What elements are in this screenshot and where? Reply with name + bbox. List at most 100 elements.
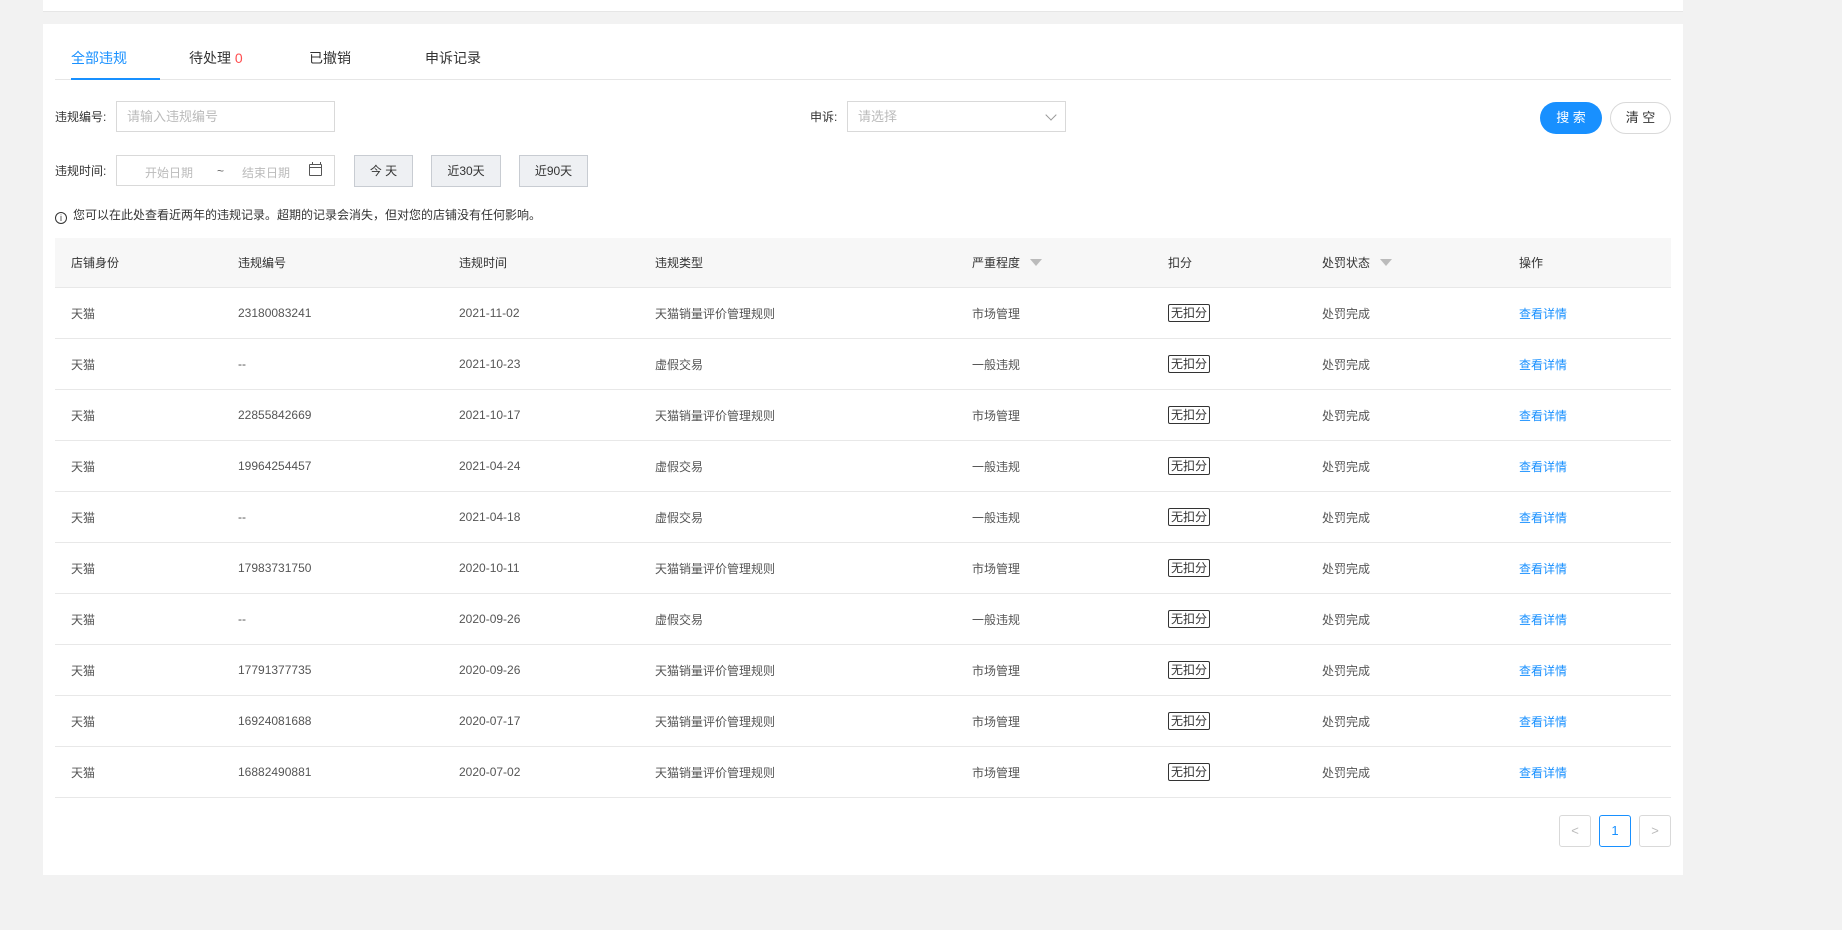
cell-violation-no-text: 17791377735: [238, 663, 312, 677]
view-details-link[interactable]: 查看详情: [1519, 713, 1567, 730]
cell-violation-no-text: 19964254457: [238, 459, 312, 473]
cell-severity: 市场管理: [972, 645, 1020, 695]
deduction-badge: 无扣分: [1168, 559, 1211, 577]
cell-violation-time-text: 2020-07-02: [459, 765, 521, 779]
cell-store-identity: 天猫: [71, 543, 95, 593]
cell-severity: 一般违规: [972, 441, 1020, 491]
today-button[interactable]: 今 天: [354, 155, 413, 187]
violation-no-input[interactable]: [116, 101, 335, 132]
view-details-link[interactable]: 查看详情: [1519, 509, 1567, 526]
cell-severity-text: 市场管理: [972, 408, 1021, 423]
cell-action: 查看详情: [1519, 696, 1567, 746]
cell-violation-time: 2020-09-26: [459, 645, 520, 695]
cell-violation-type-text: 天猫销量评价管理规则: [655, 306, 776, 321]
cell-severity-text: 一般违规: [972, 357, 1021, 372]
cell-deduction: 无扣分: [1168, 594, 1211, 644]
view-details-link[interactable]: 查看详情: [1519, 764, 1567, 781]
prev-page-button[interactable]: <: [1559, 815, 1591, 847]
col-severity: 严重程度: [972, 238, 1043, 287]
date-range-picker[interactable]: 开始日期 ~ 结束日期: [116, 155, 335, 186]
last-90-days-button[interactable]: 近90天: [519, 155, 588, 187]
view-details-link[interactable]: 查看详情: [1519, 611, 1567, 628]
cell-violation-time: 2020-07-02: [459, 747, 520, 797]
appeal-select[interactable]: 请选择: [847, 101, 1066, 132]
view-details-link[interactable]: 查看详情: [1519, 356, 1567, 373]
cell-store-identity-text: 天猫: [71, 510, 96, 525]
end-date-placeholder: 结束日期: [242, 166, 291, 180]
col-store-identity: 店铺身份: [71, 256, 120, 270]
cell-deduction: 无扣分: [1168, 339, 1211, 389]
cell-deduction: 无扣分: [1168, 696, 1211, 746]
cell-penalty-status: 处罚完成: [1322, 288, 1370, 338]
cell-severity-text: 一般违规: [972, 612, 1021, 627]
cell-severity-text: 一般违规: [972, 459, 1021, 474]
cell-violation-no-text: 16924081688: [238, 714, 312, 728]
table-row: 天猫 23180083241 2021-11-02 天猫销量评价管理规则 市场管理 无扣分…: [55, 288, 1671, 339]
cell-violation-no-text: --: [238, 612, 246, 626]
cell-severity: 一般违规: [972, 594, 1020, 644]
cell-violation-time: 2021-04-18: [459, 492, 520, 542]
tab-appeal-records[interactable]: 申诉记录: [425, 48, 481, 80]
cell-violation-time: 2020-10-11: [459, 543, 520, 593]
cell-store-identity: 天猫: [71, 492, 95, 542]
cell-store-identity-text: 天猫: [71, 561, 96, 576]
table-row: 天猫 22855842669 2021-10-17 天猫销量评价管理规则 市场管理 无扣分…: [55, 390, 1671, 441]
cell-violation-time: 2020-07-17: [459, 696, 520, 746]
cell-severity: 市场管理: [972, 543, 1020, 593]
cell-violation-no: --: [238, 492, 246, 542]
cell-action: 查看详情: [1519, 492, 1567, 542]
cell-severity: 一般违规: [972, 339, 1020, 389]
cell-violation-time: 2021-10-23: [459, 339, 520, 389]
tab-revoked[interactable]: 已撤销: [309, 48, 351, 80]
cell-violation-no-text: --: [238, 357, 246, 371]
cell-violation-no-text: 17983731750: [238, 561, 312, 575]
cell-violation-type: 天猫销量评价管理规则: [655, 696, 775, 746]
deduction-badge: 无扣分: [1168, 610, 1211, 628]
cell-violation-type: 虚假交易: [655, 594, 703, 644]
tab-all-violations[interactable]: 全部违规: [71, 48, 160, 80]
deduction-badge: 无扣分: [1168, 355, 1211, 373]
cell-action: 查看详情: [1519, 645, 1567, 695]
violations-table: 店铺身份 违规编号 违规时间 违规类型 严重程度 扣分 处罚状态 操作 天猫 23…: [55, 238, 1671, 798]
cell-penalty-status: 处罚完成: [1322, 645, 1370, 695]
top-panel-strip: [43, 0, 1683, 12]
cell-violation-no: 16924081688: [238, 696, 311, 746]
cell-action: 查看详情: [1519, 339, 1567, 389]
notice-text: 您可以在此处查看近两年的违规记录。超期的记录会消失，但对您的店铺没有任何影响。: [73, 208, 542, 222]
filter-icon[interactable]: [1030, 259, 1043, 266]
page-number-button[interactable]: 1: [1599, 815, 1631, 847]
cell-violation-time-text: 2020-10-11: [459, 561, 520, 575]
cell-violation-type: 天猫销量评价管理规则: [655, 288, 775, 338]
view-details-link[interactable]: 查看详情: [1519, 560, 1567, 577]
cell-severity: 市场管理: [972, 696, 1020, 746]
filter-icon[interactable]: [1380, 259, 1393, 266]
table-row: 天猫 19964254457 2021-04-24 虚假交易 一般违规 无扣分 处罚完成 查看…: [55, 441, 1671, 492]
date-range-separator: ~: [217, 164, 225, 178]
next-page-button[interactable]: >: [1639, 815, 1671, 847]
cell-penalty-status-text: 处罚完成: [1322, 459, 1371, 474]
cell-store-identity-text: 天猫: [71, 357, 96, 372]
cell-action: 查看详情: [1519, 747, 1567, 797]
last-30-days-button[interactable]: 近30天: [431, 155, 501, 187]
cell-penalty-status-text: 处罚完成: [1322, 612, 1371, 627]
view-details-link[interactable]: 查看详情: [1519, 305, 1567, 322]
cell-violation-type: 虚假交易: [655, 492, 703, 542]
cell-violation-type-text: 天猫销量评价管理规则: [655, 663, 776, 678]
cell-severity-text: 一般违规: [972, 510, 1021, 525]
cell-violation-no: 17983731750: [238, 543, 311, 593]
view-details-link[interactable]: 查看详情: [1519, 407, 1567, 424]
cell-violation-time: 2021-10-17: [459, 390, 520, 440]
cell-violation-type: 虚假交易: [655, 441, 703, 491]
cell-violation-time-text: 2021-04-24: [459, 459, 521, 473]
view-details-link[interactable]: 查看详情: [1519, 458, 1567, 475]
cell-penalty-status-text: 处罚完成: [1322, 306, 1371, 321]
clear-button[interactable]: 清 空: [1610, 102, 1671, 134]
table-row: 天猫 17791377735 2020-09-26 天猫销量评价管理规则 市场管理 无扣分…: [55, 645, 1671, 696]
tab-label: 待处理: [189, 50, 231, 66]
cell-violation-type-text: 虚假交易: [655, 459, 704, 474]
cell-deduction: 无扣分: [1168, 492, 1211, 542]
tab-pending[interactable]: 待处理 0: [189, 48, 243, 80]
view-details-link[interactable]: 查看详情: [1519, 662, 1567, 679]
cell-store-identity-text: 天猫: [71, 306, 96, 321]
search-button[interactable]: 搜 索: [1540, 102, 1602, 134]
